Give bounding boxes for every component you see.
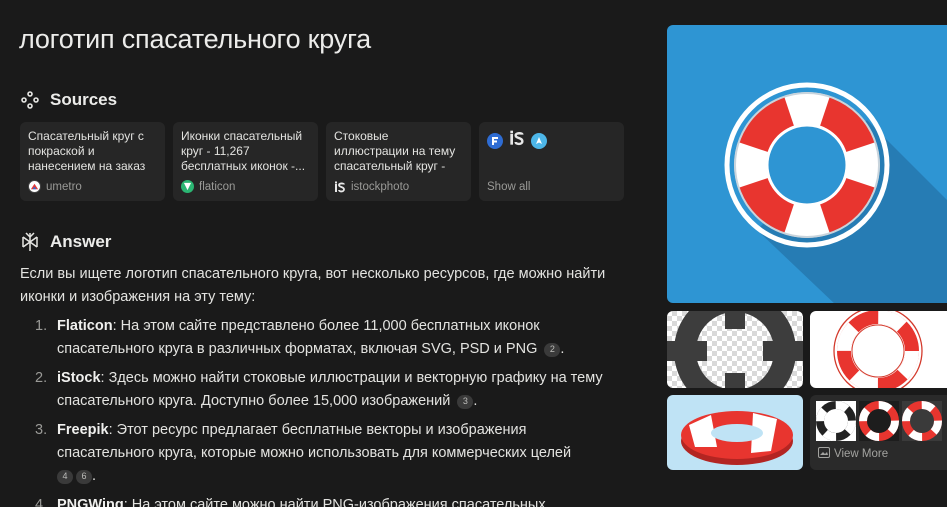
answer-heading: Answer (20, 232, 111, 252)
answer-intro: Если вы ищете логотип спасательного круг… (20, 266, 606, 305)
item-text: : Этот ресурс предлагает бесплатные вект… (57, 422, 572, 461)
source-site: flaticon (199, 180, 236, 193)
item-text: : Здесь можно найти стоковые иллюстрации… (57, 370, 603, 409)
citation-badge[interactable]: 4 (57, 469, 73, 484)
source-title: Иконки спасательный круг - 11,267 беспла… (181, 129, 306, 173)
source-meta: umetro (28, 180, 82, 193)
answer-icon (20, 232, 40, 252)
citation-badge[interactable]: 2 (544, 342, 561, 357)
istock-favicon-icon (334, 180, 346, 193)
image-icon (818, 447, 830, 461)
source-card-umetro[interactable]: Спасательный круг с покраской и нанесени… (20, 122, 165, 201)
view-more-label: View More (834, 448, 889, 460)
freepik-favicon-icon (487, 132, 503, 149)
sources-list: Спасательный круг с покраской и нанесени… (20, 122, 624, 201)
lifebuoy-thumbnail-3d[interactable] (667, 395, 803, 470)
item-text: : На этом сайте можно найти PNG-изображе… (123, 497, 546, 507)
item-name: Flaticon (57, 318, 113, 334)
citation-badge[interactable]: 6 (76, 469, 92, 484)
lifebuoy-thumbnail-outline[interactable] (810, 311, 947, 388)
item-number: 2. (35, 370, 48, 386)
item-number: 4. (35, 497, 48, 507)
item-name: Freepik (57, 422, 109, 438)
source-site: umetro (46, 180, 82, 193)
pngwing-favicon-icon (531, 132, 547, 149)
flaticon-favicon-icon (181, 180, 194, 193)
item-number: 1. (35, 318, 48, 334)
sources-icon (20, 90, 40, 110)
source-card-istock[interactable]: Стоковые иллюстрации на тему спасательны… (326, 122, 471, 201)
item-name: PNGWing (57, 497, 124, 507)
source-title: Спасательный круг с покраской и нанесени… (28, 129, 146, 173)
answer-heading-label: Answer (50, 232, 112, 251)
show-all-label: Show all (487, 181, 531, 193)
answer-list-item: 3. Freepik: Этот ресурс предлагает беспл… (20, 419, 610, 488)
item-name: iStock (57, 370, 101, 386)
citation-badge[interactable]: 3 (457, 394, 474, 409)
answer-list-item: 2. iStock: Здесь можно найти стоковые ил… (20, 367, 610, 413)
source-title: Стоковые иллюстрации на тему спасательны… (334, 129, 456, 173)
lifebuoy-thumbnail-dark[interactable] (667, 311, 803, 388)
item-text: : На этом сайте представлено более 11,00… (57, 318, 540, 357)
view-more-images-button[interactable]: View More (810, 395, 947, 470)
lifebuoy-main-image[interactable] (667, 25, 947, 303)
sources-heading: Sources (20, 90, 117, 110)
istock-favicon-icon (509, 130, 525, 151)
show-all-sources-button[interactable]: Show all (479, 122, 624, 201)
query-title: логотип спасательного круга (19, 24, 371, 54)
item-number: 3. (35, 422, 48, 438)
source-card-flaticon[interactable]: Иконки спасательный круг - 11,267 беспла… (173, 122, 318, 201)
show-all-icons (487, 130, 616, 151)
source-meta: flaticon (181, 180, 235, 193)
answer-list-item: 4. PNGWing: На этом сайте можно найти PN… (20, 494, 610, 507)
sources-heading-label: Sources (50, 90, 118, 109)
umetro-favicon-icon (28, 180, 41, 193)
view-more-label-row: View More (818, 447, 888, 461)
answer-list-item: 1. Flaticon: На этом сайте представлено … (20, 315, 610, 361)
source-site: istockphoto (351, 180, 410, 193)
answer-list: 1. Flaticon: На этом сайте представлено … (20, 315, 610, 507)
source-meta: istockphoto (334, 180, 409, 193)
